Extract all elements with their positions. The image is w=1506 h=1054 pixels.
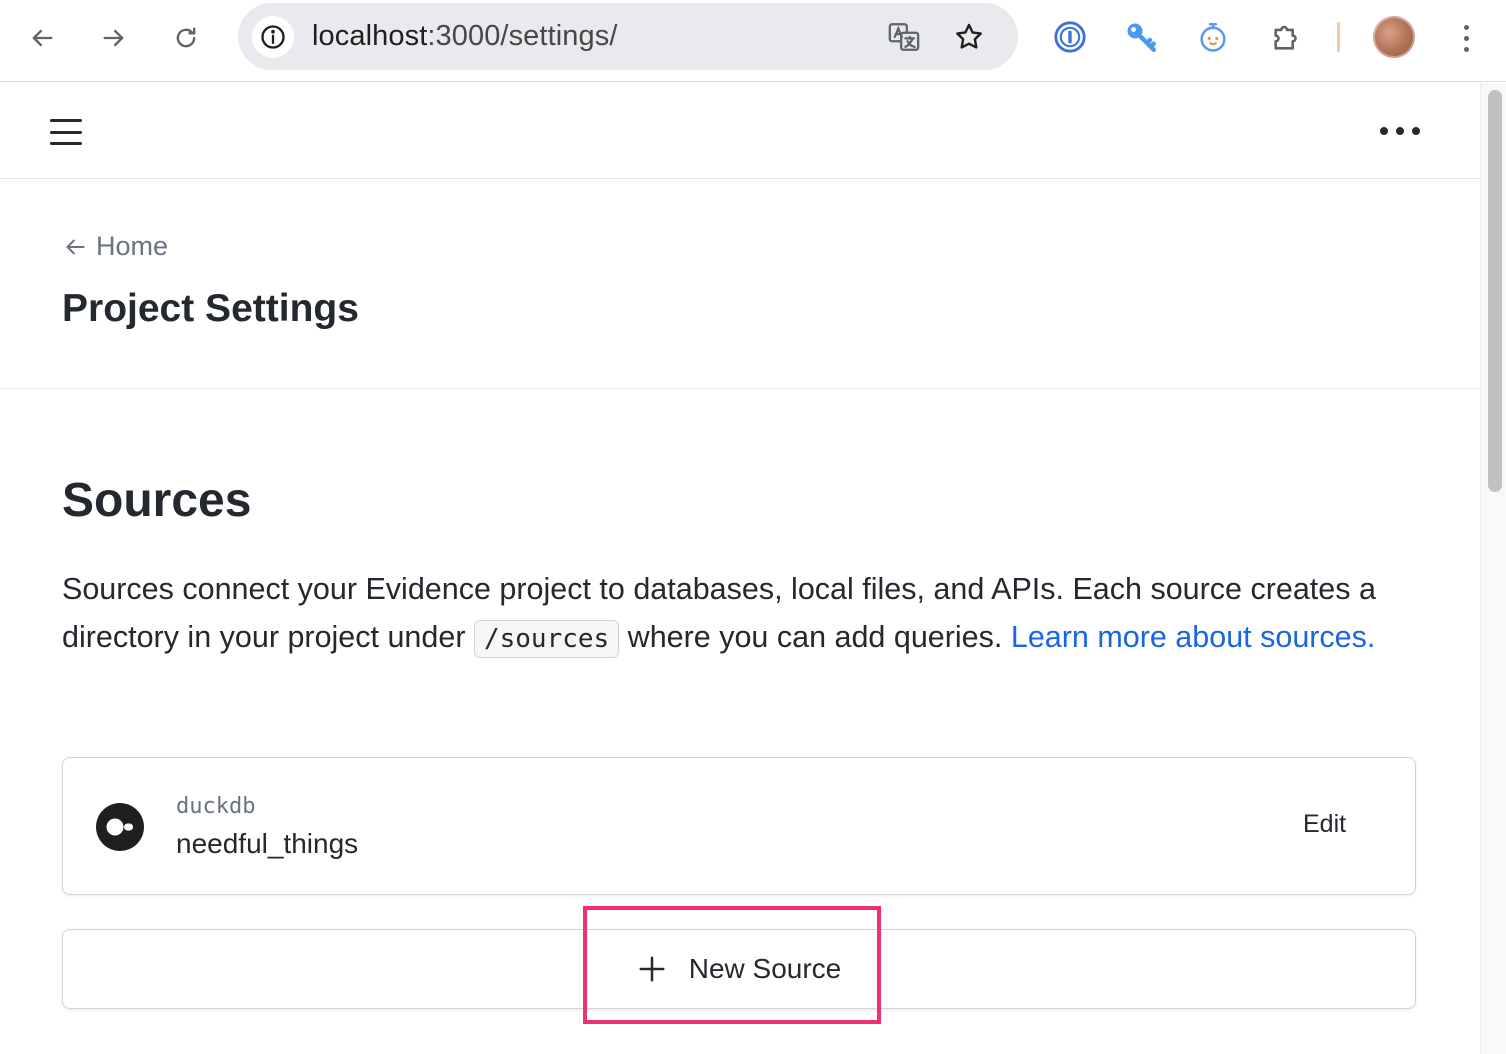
plus-icon — [639, 956, 665, 982]
arrow-left-icon — [66, 239, 85, 254]
sources-path-code: /sources — [473, 620, 620, 658]
back-icon[interactable] — [22, 18, 62, 58]
more-horizontal-icon[interactable] — [1380, 121, 1420, 141]
sources-heading: Sources — [62, 474, 252, 527]
bookmark-star-icon[interactable] — [951, 19, 987, 55]
site-info-icon[interactable] — [252, 16, 294, 58]
page-viewport: Home Project Settings Sources Sources co… — [0, 83, 1480, 1054]
new-source-label: New Source — [688, 953, 842, 984]
duckdb-logo-icon — [96, 803, 144, 851]
url-text[interactable]: localhost:3000/settings/ — [312, 20, 618, 53]
page-hero: Home Project Settings — [0, 179, 1480, 389]
forward-icon[interactable] — [94, 18, 134, 58]
key-extension-icon[interactable] — [1122, 18, 1160, 56]
address-bar[interactable]: localhost:3000/settings/ — [238, 3, 1018, 70]
toolbar-separator — [1337, 22, 1340, 52]
scrollbar-thumb[interactable] — [1488, 90, 1502, 492]
app-header — [0, 83, 1480, 179]
timer-extension-icon[interactable] — [1194, 18, 1232, 56]
back-home-label: Home — [96, 231, 169, 261]
browser-toolbar: localhost:3000/settings/ — [0, 0, 1506, 82]
reload-icon[interactable] — [166, 18, 206, 58]
hamburger-icon[interactable] — [50, 119, 82, 145]
new-source-button[interactable]: New Source — [62, 929, 1416, 1009]
description-text-2: where you can add queries. — [619, 620, 1011, 654]
sources-description: Sources connect your Evidence project to… — [62, 565, 1392, 663]
password-manager-icon[interactable] — [1051, 18, 1089, 56]
source-type: duckdb — [176, 794, 256, 819]
source-name: needful_things — [176, 828, 359, 859]
translate-icon[interactable] — [886, 19, 922, 55]
learn-more-link[interactable]: Learn more about sources. — [1011, 620, 1376, 654]
profile-avatar[interactable] — [1373, 16, 1415, 58]
extensions-puzzle-icon[interactable] — [1268, 18, 1306, 56]
browser-menu-icon[interactable] — [1452, 18, 1480, 58]
page-title: Project Settings — [62, 287, 359, 330]
source-card-needful-things[interactable]: duckdb needful_things Edit — [62, 757, 1416, 895]
back-home-link[interactable]: Home — [62, 231, 168, 262]
edit-source-button[interactable]: Edit — [1303, 810, 1346, 839]
